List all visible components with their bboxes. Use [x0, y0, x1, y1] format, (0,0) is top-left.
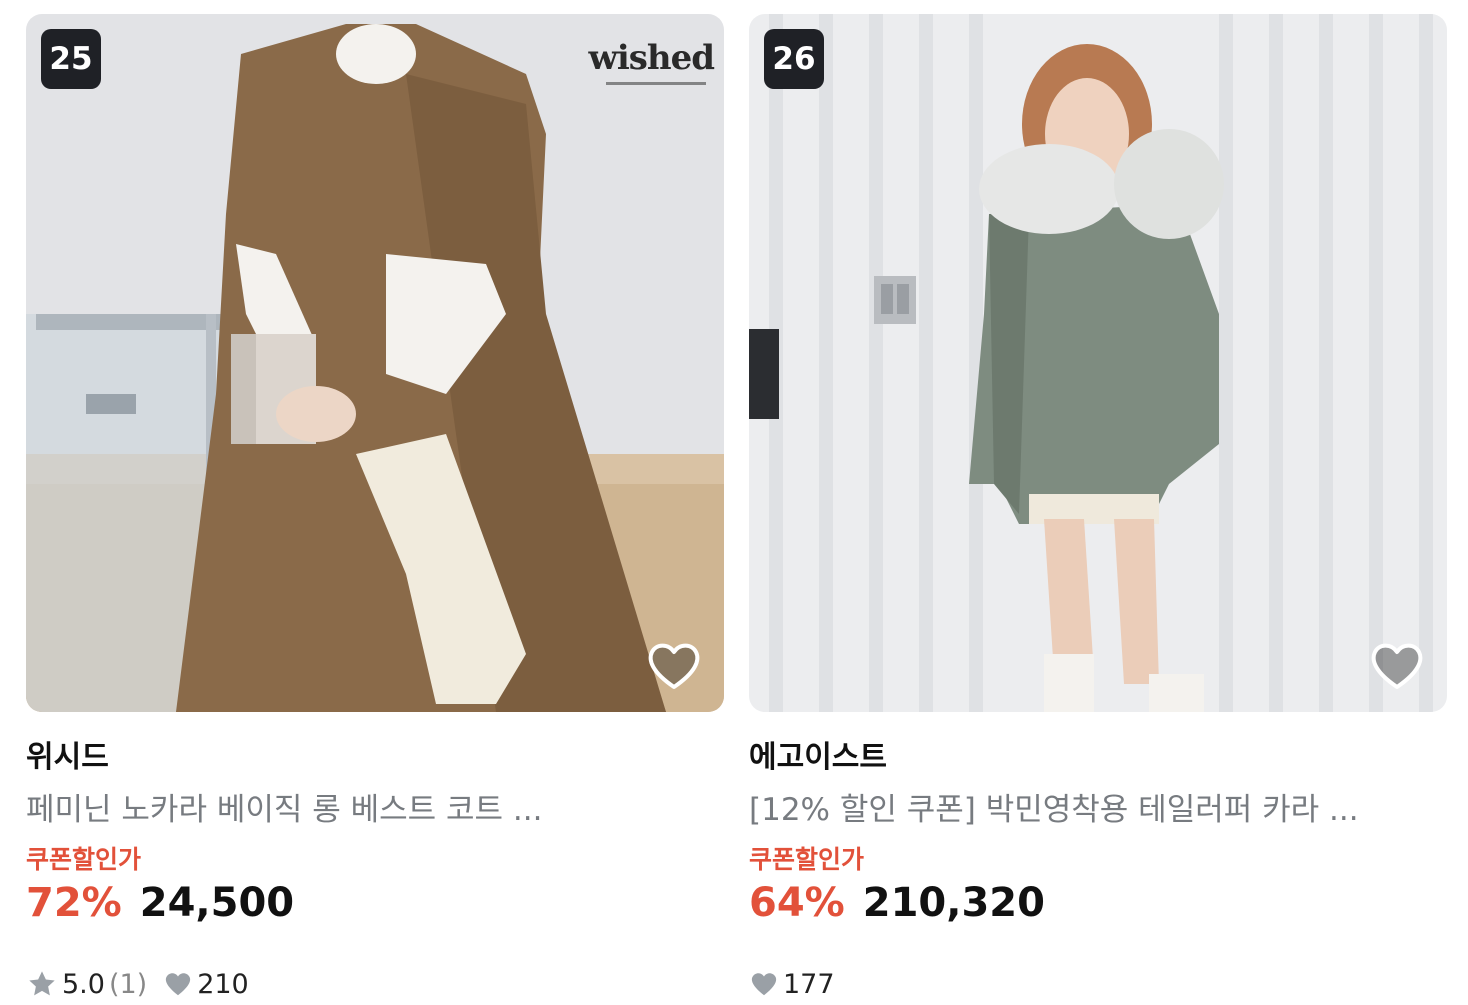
- like-count: 210: [197, 968, 249, 1000]
- coupon-price-label: 쿠폰할인가: [749, 845, 865, 874]
- star-icon: [29, 971, 55, 996]
- discount-rate: 72%: [26, 880, 122, 926]
- brand-name[interactable]: 위시드: [26, 732, 109, 776]
- review-count: (1): [108, 968, 148, 1000]
- discount-rate: 64%: [749, 880, 845, 926]
- product-title[interactable]: 페미닌 노카라 베이직 롱 베스트 코트 ...: [26, 784, 724, 829]
- heart-filled-icon: [166, 973, 191, 996]
- brand-name[interactable]: 에고이스트: [749, 732, 887, 776]
- product-grid: 25 wished 위시드 페미닌 노카라 베이직 롱 베스트 코트 ... 쿠…: [0, 0, 1468, 1005]
- product-meta: 177: [749, 964, 835, 1004]
- product-photo: [26, 14, 724, 712]
- wishlist-heart-icon[interactable]: [1369, 640, 1425, 692]
- product-image[interactable]: 26: [749, 14, 1447, 712]
- sale-price: 210,320: [862, 880, 1045, 926]
- sale-price: 24,500: [139, 880, 295, 926]
- like-count: 177: [783, 968, 835, 1000]
- heart-filled-icon: [751, 973, 777, 996]
- wishlist-heart-icon[interactable]: [646, 640, 702, 692]
- brand-logo: wished: [588, 38, 715, 78]
- coupon-price-label: 쿠폰할인가: [26, 845, 142, 874]
- product-photo: [749, 14, 1447, 712]
- logo-subtext-line: [606, 82, 706, 85]
- price-row: 64% 210,320: [749, 880, 1045, 926]
- product-card[interactable]: 25 wished 위시드 페미닌 노카라 베이직 롱 베스트 코트 ... 쿠…: [26, 14, 724, 1000]
- product-image[interactable]: 25 wished: [26, 14, 724, 712]
- rank-badge: 26: [764, 29, 824, 89]
- product-meta: 5.0 (1) 210: [26, 964, 249, 1004]
- rank-badge: 25: [41, 29, 101, 89]
- product-title[interactable]: [12% 할인 쿠폰] 박민영착용 테일러퍼 카라 ...: [749, 784, 1447, 829]
- rating-value: 5.0: [62, 968, 105, 1000]
- product-card[interactable]: 26 에고이스트 [12% 할인 쿠폰] 박민영착용 테일러퍼 카라 ... 쿠…: [749, 14, 1447, 1000]
- price-row: 72% 24,500: [26, 880, 294, 926]
